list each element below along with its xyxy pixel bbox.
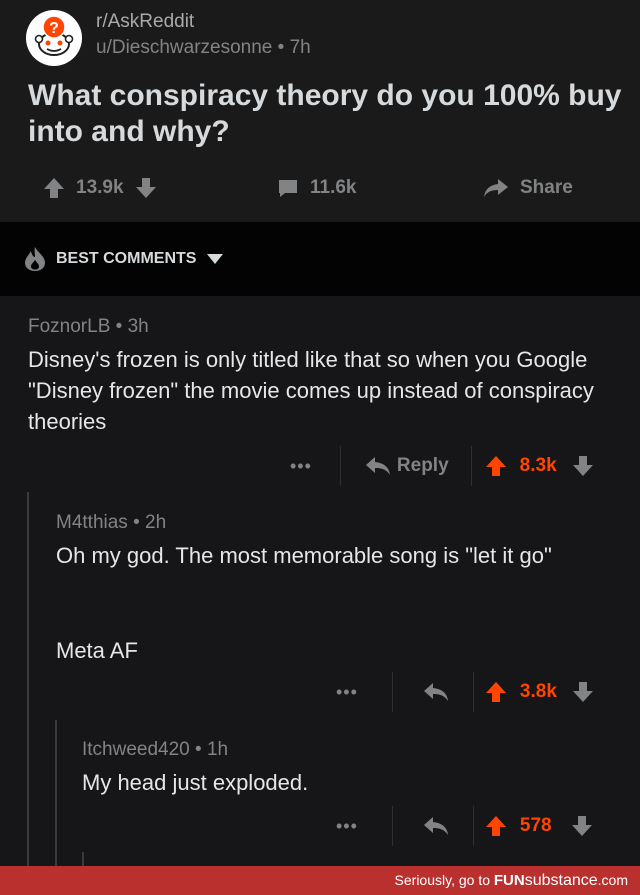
downvote-arrow-icon[interactable]	[571, 680, 595, 704]
comment-bubble-icon	[279, 180, 297, 197]
share-arrow-icon	[484, 179, 508, 197]
divider	[391, 672, 393, 712]
divider	[391, 806, 393, 846]
comment-text: Disney's frozen is only titled like that…	[28, 347, 594, 434]
comment-actions: ••• Reply 8.3k	[290, 446, 595, 486]
svg-text:?: ?	[49, 20, 59, 37]
subreddit-link[interactable]: r/AskReddit	[96, 11, 194, 33]
divider	[339, 446, 341, 486]
share-label: Share	[520, 177, 573, 198]
sort-dropdown[interactable]: BEST COMMENTS	[24, 246, 224, 272]
watermark-brand-fun: FUN	[493, 872, 525, 889]
divider	[470, 446, 472, 486]
comments-button[interactable]: 11.6k	[276, 170, 357, 206]
reply-arrow-icon[interactable]	[423, 682, 449, 702]
post-vote-group: 13.9k	[42, 170, 158, 206]
watermark-brand-substance: substance	[524, 872, 598, 889]
post-header: ? r/AskReddit u/Dieschwarzesonne • 7h Wh…	[0, 0, 640, 222]
comment-thread: FoznorLB • 3h Disney's frozen is only ti…	[0, 296, 640, 866]
comment-score: 578	[519, 815, 552, 836]
reddit-snoo-icon[interactable]: ?	[26, 10, 82, 66]
thread-line-level-2[interactable]	[55, 720, 57, 866]
sort-label: BEST COMMENTS	[56, 250, 197, 267]
more-options-button[interactable]: •••	[336, 816, 358, 837]
upvote-arrow-icon[interactable]	[484, 680, 508, 704]
post-title: What conspiracy theory do you 100% buy i…	[28, 79, 622, 148]
comment-score: 3.8k	[519, 681, 557, 702]
reply-arrow-icon[interactable]	[423, 816, 449, 836]
upvote-arrow-icon[interactable]	[484, 454, 508, 478]
post-score: 13.9k	[76, 177, 124, 198]
comment-author[interactable]: Itchweed420 • 1h	[82, 739, 228, 761]
comment-actions: ••• 3.8k	[336, 672, 595, 712]
watermark-text[interactable]: Seriously, go to FUNsubstance.com	[395, 872, 628, 890]
comment-author[interactable]: M4tthias • 2h	[56, 512, 166, 534]
upvote-arrow-icon[interactable]	[42, 176, 66, 200]
downvote-arrow-icon[interactable]	[570, 814, 594, 838]
more-options-button[interactable]: •••	[336, 682, 358, 703]
upvote-arrow-icon[interactable]	[484, 814, 508, 838]
downvote-arrow-icon[interactable]	[571, 454, 595, 478]
reply-button[interactable]: Reply	[365, 455, 449, 477]
post-author-meta[interactable]: u/Dieschwarzesonne • 7h	[96, 37, 311, 59]
watermark-footer: Seriously, go to FUNsubstance.com	[0, 866, 640, 895]
share-button[interactable]: Share	[482, 170, 573, 206]
reply-arrow-icon	[365, 457, 390, 475]
flame-icon	[25, 247, 45, 271]
comment-count: 11.6k	[310, 177, 357, 198]
comment-score: 8.3k	[519, 455, 557, 476]
watermark-brand-domain: .com	[597, 872, 628, 888]
comment-actions: ••• 578	[336, 806, 594, 846]
downvote-arrow-icon[interactable]	[134, 176, 158, 200]
divider	[472, 672, 474, 712]
thread-line-level-3[interactable]	[82, 852, 84, 866]
watermark-prefix: Seriously, go to	[394, 872, 494, 888]
caret-down-icon	[207, 254, 224, 264]
thread-line-level-1[interactable]	[27, 492, 29, 866]
more-options-button[interactable]: •••	[290, 456, 312, 477]
comment-author[interactable]: FoznorLB • 3h	[28, 316, 149, 338]
comment-text: Meta AF	[56, 638, 138, 663]
comment-text: Oh my god. The most memorable song is "l…	[56, 543, 552, 568]
post-actions: 13.9k 11.6k Share	[0, 170, 640, 206]
comment-text: My head just exploded.	[82, 770, 309, 795]
reply-label: Reply	[396, 455, 449, 476]
sort-bar: BEST COMMENTS	[0, 222, 640, 296]
divider	[472, 806, 474, 846]
